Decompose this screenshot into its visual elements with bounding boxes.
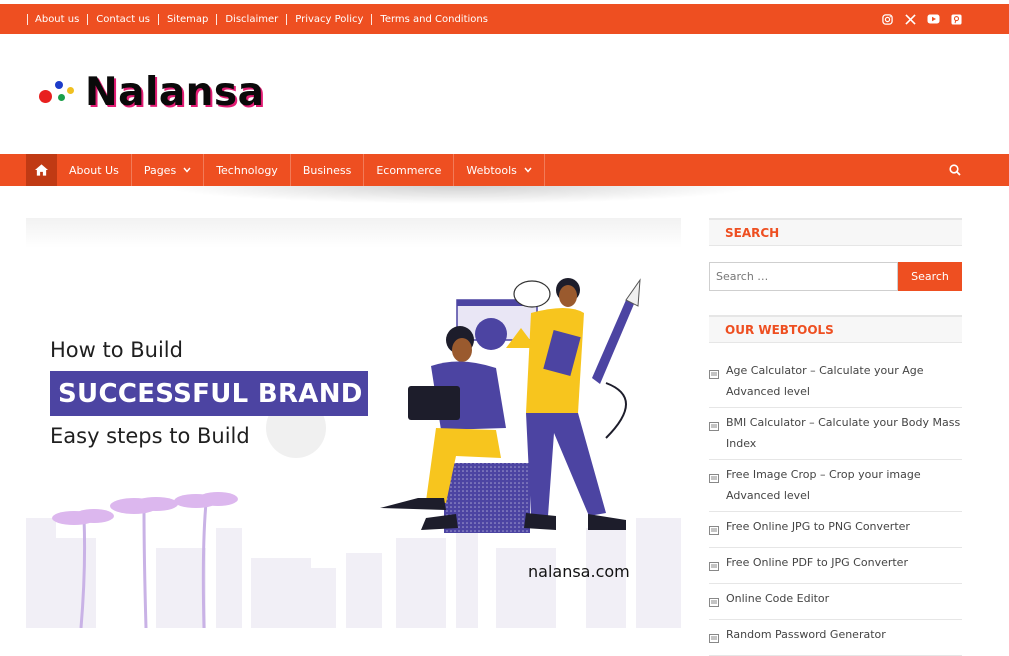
webtool-link[interactable]: Online Code Editor — [726, 588, 829, 614]
hero-headline-2: Easy steps to Build — [50, 424, 250, 448]
nav-item-webtools[interactable]: Webtools — [454, 154, 545, 186]
document-icon — [709, 516, 726, 542]
webtool-link[interactable]: Free Online PDF to JPG Converter — [726, 552, 908, 578]
top-link-about[interactable]: About us — [27, 13, 87, 25]
instagram-icon[interactable] — [881, 13, 894, 26]
list-item: Age Calculator – Calculate your Age Adva… — [709, 356, 962, 408]
list-item: Online Code Editor — [709, 584, 962, 620]
hero-headline-1: How to Build — [50, 338, 183, 362]
document-icon — [709, 360, 726, 402]
document-icon — [709, 412, 726, 454]
search-widget-title: SEARCH — [709, 218, 962, 246]
nav-item-about-us[interactable]: About Us — [57, 154, 132, 186]
youtube-icon[interactable] — [927, 13, 940, 26]
nav-item-ecommerce[interactable]: Ecommerce — [364, 154, 455, 186]
search-icon — [949, 164, 961, 176]
nav-shadow — [160, 186, 760, 204]
list-item: Free Image Crop – Crop your image Advanc… — [709, 460, 962, 512]
social-links — [881, 4, 963, 34]
document-icon — [709, 464, 726, 506]
chevron-down-icon — [183, 167, 191, 173]
list-item: BMI Calculator – Calculate your Body Mas… — [709, 408, 962, 460]
document-icon — [709, 588, 726, 614]
sidebar: SEARCH Search OUR WEBTOOLS Age Calculato… — [709, 218, 962, 656]
main-nav: About Us Pages Technology Business Ecomm… — [0, 154, 1009, 186]
document-icon — [709, 552, 726, 578]
search-button[interactable]: Search — [898, 262, 962, 291]
search-form: Search — [709, 262, 962, 291]
home-icon — [35, 164, 48, 176]
nav-search-button[interactable] — [949, 154, 961, 186]
list-item: Free Online JPG to PNG Converter — [709, 512, 962, 548]
nav-item-business[interactable]: Business — [291, 154, 365, 186]
list-item: Free Online PDF to JPG Converter — [709, 548, 962, 584]
top-link-terms[interactable]: Terms and Conditions — [371, 13, 496, 25]
top-link-disclaimer[interactable]: Disclaimer — [216, 13, 286, 25]
top-links: About us Contact us Sitemap Disclaimer P… — [27, 4, 496, 34]
featured-post-image[interactable]: How to Build SUCCESSFUL BRAND Easy steps… — [26, 218, 681, 628]
webtool-link[interactable]: Age Calculator – Calculate your Age Adva… — [726, 360, 962, 402]
webtools-list: Age Calculator – Calculate your Age Adva… — [709, 356, 962, 656]
site-name: Nalansa — [85, 69, 265, 115]
top-link-contact[interactable]: Contact us — [87, 13, 158, 25]
top-link-privacy[interactable]: Privacy Policy — [286, 13, 371, 25]
chevron-down-icon — [524, 167, 532, 173]
nav-item-technology[interactable]: Technology — [204, 154, 291, 186]
logo-dots-icon — [39, 72, 79, 112]
pinterest-icon[interactable] — [950, 13, 963, 26]
hero-headline-band: SUCCESSFUL BRAND — [50, 371, 368, 416]
hero-site-url: nalansa.com — [528, 562, 630, 581]
list-item: Random Password Generator — [709, 620, 962, 656]
webtool-link[interactable]: BMI Calculator – Calculate your Body Mas… — [726, 412, 962, 454]
x-twitter-icon[interactable] — [904, 13, 917, 26]
site-logo[interactable]: Nalansa — [39, 68, 264, 116]
top-bar: About us Contact us Sitemap Disclaimer P… — [0, 4, 1009, 34]
nav-home[interactable] — [26, 154, 57, 186]
top-link-sitemap[interactable]: Sitemap — [157, 13, 216, 25]
webtool-link[interactable]: Free Image Crop – Crop your image Advanc… — [726, 464, 962, 506]
webtools-widget-title: OUR WEBTOOLS — [709, 315, 962, 343]
webtool-link[interactable]: Free Online JPG to PNG Converter — [726, 516, 910, 542]
search-input[interactable] — [709, 262, 898, 291]
nav-item-pages[interactable]: Pages — [132, 154, 205, 186]
